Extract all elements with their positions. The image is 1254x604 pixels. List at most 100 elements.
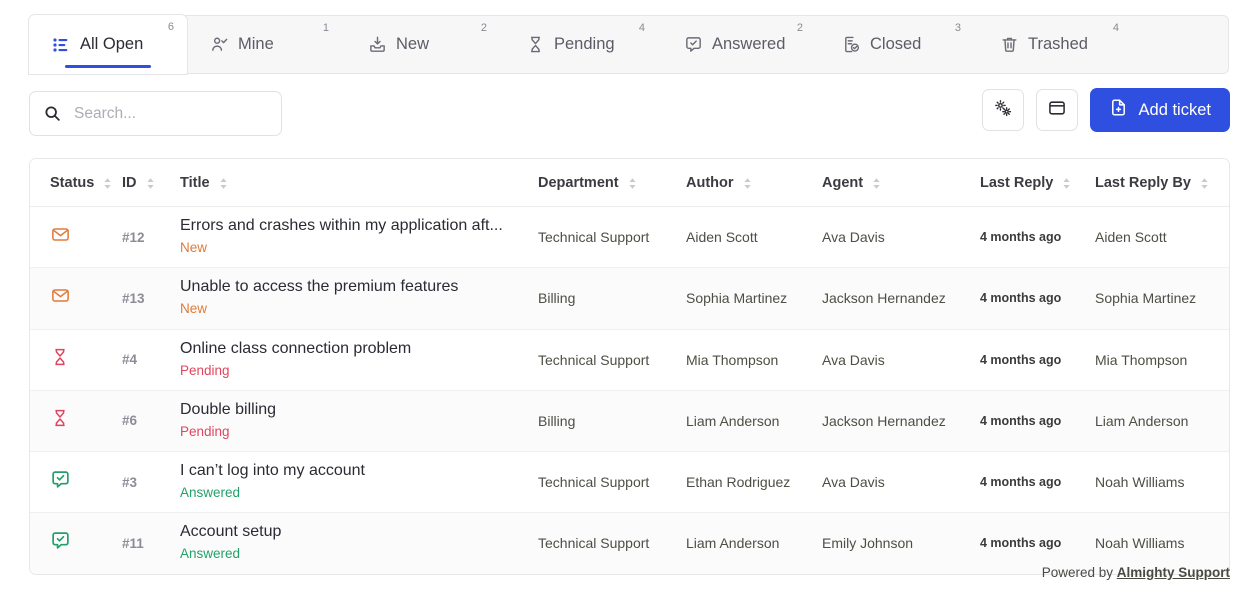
ticket-status-label: Answered xyxy=(180,546,241,562)
column-header-author[interactable]: Author xyxy=(686,159,822,207)
column-header-id[interactable]: ID xyxy=(122,159,180,207)
footer-text: Powered by xyxy=(1041,565,1113,580)
sort-icon[interactable] xyxy=(1199,177,1210,190)
ticket-title[interactable]: Online class connection problem xyxy=(180,339,538,359)
sort-icon[interactable] xyxy=(627,177,638,190)
sort-icon[interactable] xyxy=(742,177,753,190)
tab-label: Trashed xyxy=(1028,35,1088,54)
tickets-table: Status ID Title Department Author Agent … xyxy=(29,158,1230,575)
cell-title: Double billing Pending xyxy=(180,390,538,453)
tab-trashed[interactable]: Trashed 4 xyxy=(977,16,1135,73)
almighty-support-link[interactable]: Almighty Support xyxy=(1117,565,1230,580)
column-header-status[interactable]: Status xyxy=(30,159,122,207)
settings-button[interactable] xyxy=(981,89,1024,131)
hourglass-icon xyxy=(50,348,70,371)
message-check-icon xyxy=(50,532,71,555)
sort-icon[interactable] xyxy=(102,177,113,190)
tab-all-open[interactable]: All Open 6 xyxy=(29,15,187,74)
tab-badge: 6 xyxy=(167,21,174,33)
tickets-toolbar: Add ticket xyxy=(29,88,1230,140)
cell-last-reply-by: Liam Anderson xyxy=(1095,390,1229,453)
tab-badge: 1 xyxy=(322,22,329,34)
ticket-title[interactable]: Errors and crashes within my application… xyxy=(180,216,538,236)
column-label: ID xyxy=(122,175,137,191)
cell-department: Billing xyxy=(538,390,686,453)
table-row[interactable]: #13 Unable to access the premium feature… xyxy=(30,267,1229,330)
cell-status xyxy=(30,329,122,391)
cell-last-reply: 4 months ago xyxy=(980,267,1095,330)
cell-last-reply-by: Mia Thompson xyxy=(1095,329,1229,391)
search-box[interactable] xyxy=(29,91,282,136)
ticket-status-label: New xyxy=(180,301,208,317)
table-row[interactable]: #6 Double billing Pending Billing Liam A… xyxy=(30,390,1229,453)
column-header-last-reply-by[interactable]: Last Reply By xyxy=(1095,159,1229,207)
cell-status xyxy=(30,451,122,514)
tab-pending[interactable]: Pending 4 xyxy=(503,16,661,73)
user-check-icon xyxy=(209,35,229,55)
add-ticket-button[interactable]: Add ticket xyxy=(1089,88,1230,132)
tab-label: Mine xyxy=(238,35,274,54)
cell-status xyxy=(30,267,122,330)
columns-layout-button[interactable] xyxy=(1035,89,1078,131)
tab-new[interactable]: New 2 xyxy=(345,16,503,73)
search-input[interactable] xyxy=(72,103,262,124)
cell-id: #12 xyxy=(122,206,180,269)
tab-mine[interactable]: Mine 1 xyxy=(187,16,345,73)
tab-badge: 2 xyxy=(480,22,487,34)
cell-author: Liam Anderson xyxy=(686,390,822,453)
cell-status xyxy=(30,512,122,574)
column-header-department[interactable]: Department xyxy=(538,159,686,207)
ticket-title[interactable]: I can’t log into my account xyxy=(180,461,538,481)
file-plus-icon xyxy=(1109,98,1128,122)
table-row[interactable]: #12 Errors and crashes within my applica… xyxy=(30,206,1229,269)
sort-icon[interactable] xyxy=(1061,177,1072,190)
cell-agent: Jackson Hernandez xyxy=(822,267,980,330)
tab-badge: 4 xyxy=(1112,22,1119,34)
table-body: #12 Errors and crashes within my applica… xyxy=(30,206,1229,574)
ticket-status-label: Answered xyxy=(180,485,241,500)
columns-icon xyxy=(1047,98,1067,123)
table-row[interactable]: #4 Online class connection problem Pendi… xyxy=(30,329,1229,391)
ticket-title[interactable]: Double billing xyxy=(180,400,538,420)
cell-agent: Ava Davis xyxy=(822,451,980,514)
ticket-title[interactable]: Unable to access the premium features xyxy=(180,277,538,297)
column-label: Author xyxy=(686,175,734,191)
sort-icon[interactable] xyxy=(145,177,156,190)
cell-agent: Ava Davis xyxy=(822,329,980,391)
tab-label: All Open xyxy=(80,35,144,54)
cell-department: Technical Support xyxy=(538,451,686,514)
cell-agent: Jackson Hernandez xyxy=(822,390,980,453)
message-check-icon xyxy=(683,35,703,55)
column-header-title[interactable]: Title xyxy=(180,159,538,207)
active-tab-indicator xyxy=(65,64,151,68)
cell-last-reply: 4 months ago xyxy=(980,451,1095,514)
table-row[interactable]: #3 I can’t log into my account Answered … xyxy=(30,451,1229,514)
cell-author: Aiden Scott xyxy=(686,206,822,269)
sort-icon[interactable] xyxy=(871,177,882,190)
column-header-agent[interactable]: Agent xyxy=(822,159,980,207)
tab-badge: 2 xyxy=(796,22,803,34)
tickets-page: All Open 6 Mine 1 New 2 Pending 4 Answer… xyxy=(0,0,1254,604)
cell-last-reply-by: Sophia Martinez xyxy=(1095,267,1229,330)
ticket-title[interactable]: Account setup xyxy=(180,522,538,542)
cell-id: #11 xyxy=(122,512,180,574)
sort-icon[interactable] xyxy=(218,177,229,190)
cell-title: Online class connection problem Pending xyxy=(180,329,538,391)
tab-answered[interactable]: Answered 2 xyxy=(661,16,819,73)
ticket-status-tabs: All Open 6 Mine 1 New 2 Pending 4 Answer… xyxy=(29,15,1229,74)
cell-title: Errors and crashes within my application… xyxy=(180,206,538,269)
tab-closed[interactable]: Closed 3 xyxy=(819,16,977,73)
cell-last-reply: 4 months ago xyxy=(980,329,1095,391)
column-label: Last Reply By xyxy=(1095,175,1191,191)
cell-author: Liam Anderson xyxy=(686,512,822,574)
mail-icon xyxy=(50,289,71,310)
cell-id: #13 xyxy=(122,267,180,330)
ticket-status-label: Pending xyxy=(180,423,230,439)
cell-title: Unable to access the premium features Ne… xyxy=(180,267,538,330)
cell-department: Technical Support xyxy=(538,329,686,391)
gears-icon xyxy=(993,98,1013,123)
add-ticket-label: Add ticket xyxy=(1138,100,1211,119)
tab-badge: 4 xyxy=(638,22,645,34)
tab-label: Pending xyxy=(554,35,615,54)
column-header-last-reply[interactable]: Last Reply xyxy=(980,159,1095,207)
